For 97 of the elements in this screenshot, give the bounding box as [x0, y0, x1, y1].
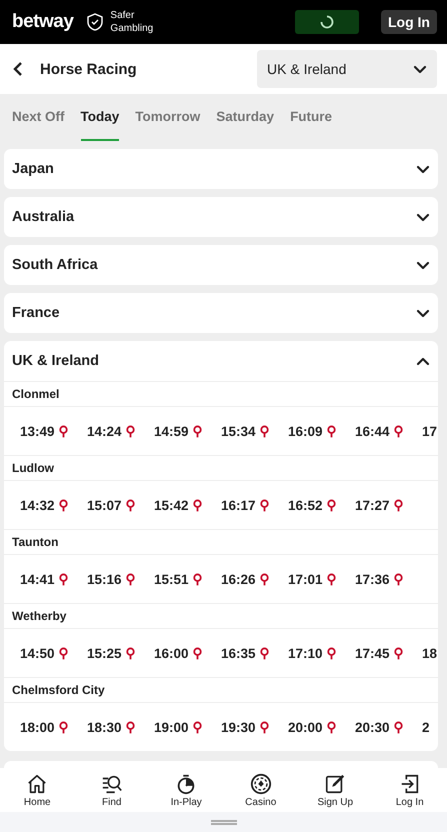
race-time[interactable]: 16:52 [288, 498, 355, 512]
venue-name: Ludlow [4, 455, 438, 481]
venue-name: Clonmel [4, 381, 438, 407]
pin-icon [126, 646, 135, 660]
nav-item[interactable]: Find [74, 768, 149, 812]
page-title: Horse Racing [40, 60, 137, 78]
region-header[interactable]: France [4, 293, 438, 333]
race-time[interactable]: 16:35 [221, 646, 288, 660]
venue-name: Wetherby [4, 603, 438, 629]
pin-icon [192, 424, 202, 438]
pin-icon [394, 720, 403, 734]
home-icon [26, 772, 48, 794]
safer-gambling-link[interactable]: Safer Gambling [110, 9, 162, 35]
region-header[interactable]: Australia [4, 197, 438, 237]
race-time[interactable]: 16:17 [221, 498, 288, 512]
spinner-icon [320, 15, 334, 29]
pin-icon [394, 424, 403, 438]
race-time[interactable]: 16:44 [355, 424, 422, 438]
race-time[interactable]: 15:25 [87, 646, 154, 660]
tab[interactable]: Today [80, 94, 120, 141]
pin-icon [260, 424, 269, 438]
pin-icon [326, 424, 336, 438]
region-header[interactable]: South Africa [4, 245, 438, 285]
race-time[interactable]: 17 [422, 424, 438, 438]
race-time[interactable]: 19:30 [221, 720, 288, 734]
nav-item[interactable]: Log In [372, 768, 447, 812]
race-time[interactable]: 14:24 [87, 424, 154, 438]
race-time[interactable]: 18:30 [87, 720, 154, 734]
tab[interactable]: Tomorrow [135, 94, 200, 141]
logo[interactable]: betway [12, 11, 74, 33]
region-header[interactable]: UK & Ireland [4, 341, 438, 381]
pin-icon [58, 720, 68, 734]
race-time[interactable]: 14:59 [154, 424, 221, 438]
pin-icon [260, 498, 269, 512]
race-time[interactable]: 15:16 [87, 572, 154, 586]
race-time[interactable]: 16:09 [288, 424, 355, 438]
race-time[interactable]: 15:42 [154, 498, 221, 512]
race-time[interactable]: 17:01 [288, 572, 355, 586]
pin-icon [58, 646, 68, 660]
race-time[interactable]: 18:00 [20, 720, 87, 734]
race-time[interactable]: 15:51 [154, 572, 221, 586]
loading-button[interactable] [295, 10, 359, 34]
tab[interactable]: Saturday [216, 94, 274, 141]
pin-icon [192, 720, 202, 734]
race-time[interactable]: 2 [422, 720, 430, 734]
drag-handle[interactable] [210, 820, 236, 824]
casino-icon [250, 772, 272, 794]
pin-icon [326, 720, 336, 734]
pin-icon [126, 720, 135, 734]
race-time[interactable]: 19:00 [154, 720, 221, 734]
pin-icon [394, 646, 403, 660]
nav-item[interactable]: Home [0, 768, 74, 812]
pin-icon [260, 720, 269, 734]
race-time[interactable]: 17:27 [355, 498, 422, 512]
pin-icon [326, 498, 336, 512]
race-time[interactable]: 14:50 [20, 646, 87, 660]
signup-icon [324, 772, 346, 794]
race-time[interactable]: 17:10 [288, 646, 355, 660]
pin-icon [126, 498, 135, 512]
race-time[interactable]: 15:07 [87, 498, 154, 512]
shield-icon [87, 13, 104, 31]
race-time[interactable]: 17:36 [355, 572, 422, 586]
region-dropdown[interactable]: UK & Ireland [257, 50, 437, 88]
nav-item[interactable]: Casino [224, 768, 298, 812]
region-header[interactable]: Japan [4, 149, 438, 189]
pin-icon [192, 498, 202, 512]
login-button[interactable]: Log In [381, 10, 437, 34]
race-time[interactable]: 16:00 [154, 646, 221, 660]
race-time[interactable]: 20:30 [355, 720, 422, 734]
pin-icon [326, 572, 336, 586]
pin-icon [260, 572, 269, 586]
nav-item[interactable]: Sign Up [298, 768, 372, 812]
pin-icon [126, 572, 135, 586]
pin-icon [58, 498, 68, 512]
race-time[interactable]: 18: [422, 646, 438, 660]
race-time[interactable]: 17:45 [355, 646, 422, 660]
tab[interactable]: Future [290, 94, 332, 141]
tab[interactable]: Next Off [12, 94, 65, 141]
pin-icon [192, 646, 202, 660]
race-time[interactable]: 14:32 [20, 498, 87, 512]
back-icon[interactable] [12, 61, 24, 77]
pin-icon [58, 424, 68, 438]
nav-item[interactable]: In-Play [149, 768, 224, 812]
pin-icon [126, 424, 135, 438]
pin-icon [394, 572, 403, 586]
pin-icon [58, 572, 68, 586]
race-time[interactable]: 16:26 [221, 572, 288, 586]
pin-icon [326, 646, 336, 660]
pin-icon [260, 646, 269, 660]
pin-icon [394, 498, 403, 512]
venue-name: Chelmsford City [4, 677, 438, 703]
race-time[interactable]: 20:00 [288, 720, 355, 734]
race-time[interactable]: 14:41 [20, 572, 87, 586]
pin-icon [192, 572, 202, 586]
race-time[interactable]: 13:49 [20, 424, 87, 438]
race-time[interactable]: 15:34 [221, 424, 288, 438]
venue-name: Taunton [4, 529, 438, 555]
